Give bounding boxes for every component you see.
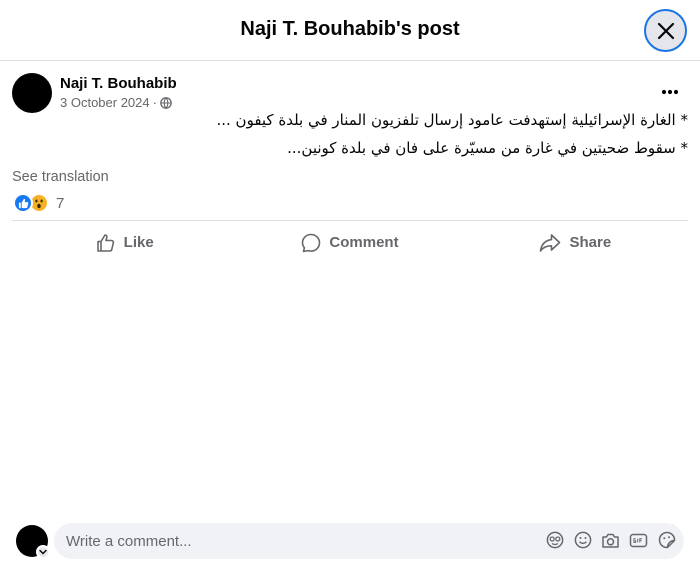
comment-button[interactable]: Comment	[237, 221, 462, 262]
like-label: Like	[123, 234, 154, 251]
chevron-down-icon	[36, 545, 50, 559]
see-translation-link[interactable]: See translation	[12, 169, 109, 185]
like-button[interactable]: Like	[12, 221, 237, 262]
post-line: * سقوط ضحيتين في غارة من مسيّرة على فان …	[287, 139, 688, 157]
close-button[interactable]	[644, 9, 687, 52]
comment-input[interactable]	[54, 523, 524, 559]
author-avatar[interactable]	[12, 73, 52, 113]
reactions-summary[interactable]: 7	[13, 193, 64, 213]
post-actions: Like Comment Share	[12, 220, 688, 262]
globe-icon	[160, 96, 172, 109]
share-label: Share	[569, 234, 612, 251]
dialog-header: Naji T. Bouhabib's post	[0, 0, 700, 61]
reaction-count: 7	[56, 194, 65, 212]
author-name[interactable]: Naji T. Bouhabib	[60, 75, 177, 92]
camera-icon[interactable]	[601, 530, 620, 550]
more-options-button[interactable]	[656, 80, 684, 104]
share-button[interactable]: Share	[463, 221, 688, 262]
close-icon	[657, 22, 674, 39]
comment-label: Comment	[329, 234, 399, 251]
composer-tools	[545, 530, 676, 550]
commenter-avatar[interactable]	[16, 525, 50, 559]
comment-bubble-icon	[302, 233, 321, 252]
emoji-icon[interactable]	[573, 530, 592, 550]
more-icon	[661, 89, 679, 95]
thumbs-up-icon	[96, 233, 114, 252]
avatar-sticker-icon[interactable]	[545, 530, 564, 550]
post-text: * الغارة الإسرائيلية إستهدفت عامود إرسال…	[128, 108, 688, 164]
like-icon	[13, 193, 33, 213]
sticker-icon[interactable]	[657, 530, 676, 550]
share-arrow-icon	[540, 233, 561, 252]
comment-composer	[54, 523, 684, 559]
gif-icon[interactable]	[629, 530, 648, 550]
dialog-title: Naji T. Bouhabib's post	[240, 18, 460, 40]
post-line: * الغارة الإسرائيلية إستهدفت عامود إرسال…	[216, 111, 688, 129]
